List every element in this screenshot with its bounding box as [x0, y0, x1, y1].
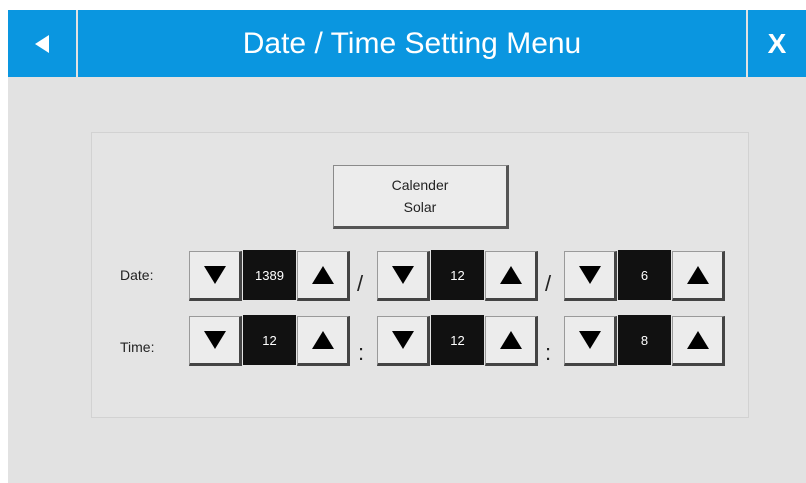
- triangle-up-icon: [499, 266, 522, 284]
- day-increment-button[interactable]: [672, 251, 725, 301]
- triangle-up-icon: [311, 266, 334, 284]
- month-increment-button[interactable]: [485, 251, 538, 301]
- date-separator: /: [357, 271, 364, 296]
- triangle-up-icon: [311, 331, 334, 349]
- calendar-mode-button[interactable]: Calender Solar: [333, 165, 509, 229]
- header-bar: Date / Time Setting Menu X: [8, 10, 806, 77]
- minute-value: 12: [431, 315, 484, 365]
- triangle-down-icon: [391, 266, 414, 284]
- hour-decrement-button[interactable]: [189, 316, 242, 366]
- triangle-left-icon: [35, 34, 49, 53]
- calendar-mode-value: Solar: [403, 199, 437, 215]
- day-value: 6: [618, 250, 671, 300]
- calendar-mode-label: Calender: [391, 177, 449, 193]
- hour-value: 12: [243, 315, 296, 365]
- triangle-down-icon: [391, 331, 414, 349]
- time-separator: :: [545, 340, 552, 365]
- triangle-down-icon: [203, 266, 226, 284]
- triangle-down-icon: [203, 331, 226, 349]
- second-decrement-button[interactable]: [564, 316, 617, 366]
- page-title: Date / Time Setting Menu: [78, 10, 746, 77]
- minute-decrement-button[interactable]: [377, 316, 430, 366]
- date-separator: /: [545, 271, 552, 296]
- second-increment-button[interactable]: [672, 316, 725, 366]
- minute-increment-button[interactable]: [485, 316, 538, 366]
- triangle-up-icon: [499, 331, 522, 349]
- month-value: 12: [431, 250, 484, 300]
- month-decrement-button[interactable]: [377, 251, 430, 301]
- close-button[interactable]: X: [748, 10, 806, 77]
- day-decrement-button[interactable]: [564, 251, 617, 301]
- second-value: 8: [618, 315, 671, 365]
- year-value: 1389: [243, 250, 296, 300]
- time-label: Time:: [120, 339, 155, 355]
- triangle-down-icon: [578, 266, 601, 284]
- triangle-up-icon: [686, 266, 709, 284]
- date-time-screen: Date / Time Setting Menu X Calender Sola…: [8, 10, 806, 483]
- year-decrement-button[interactable]: [189, 251, 242, 301]
- back-button[interactable]: [8, 10, 76, 77]
- triangle-up-icon: [686, 331, 709, 349]
- triangle-down-icon: [578, 331, 601, 349]
- time-separator: :: [358, 340, 365, 365]
- date-label: Date:: [120, 267, 154, 283]
- hour-increment-button[interactable]: [297, 316, 350, 366]
- year-increment-button[interactable]: [297, 251, 350, 301]
